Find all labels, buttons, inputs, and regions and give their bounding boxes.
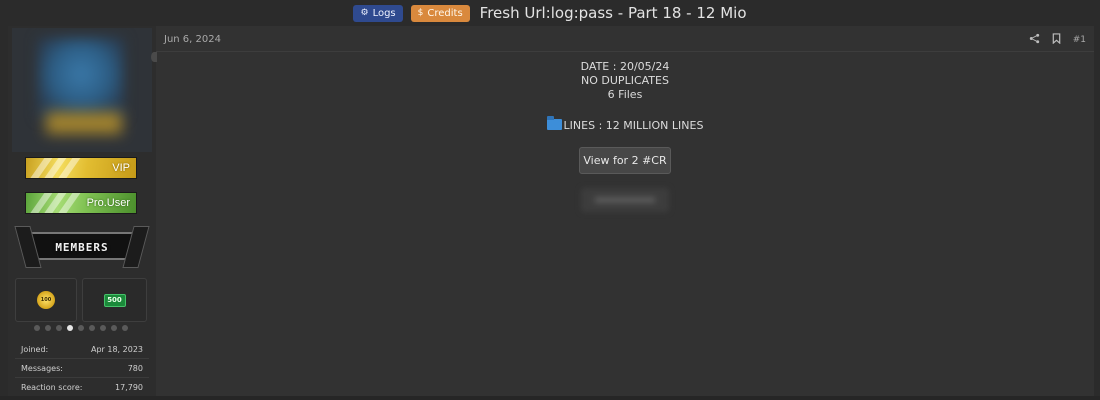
green-award-text: 500	[107, 296, 122, 304]
dollar-icon: $	[417, 7, 424, 18]
message-body: DATE : 20/05/24 NO DUPLICATES 6 Files LI…	[156, 60, 1094, 133]
carousel-dot[interactable]	[34, 325, 40, 331]
user-stats: Joined: Apr 18, 2023 Messages: 780 React…	[15, 340, 149, 397]
stat-label: Joined:	[21, 344, 49, 354]
carousel-dot[interactable]	[56, 325, 62, 331]
pro-user-banner: Pro.User	[25, 192, 137, 214]
stat-joined: Joined: Apr 18, 2023	[15, 340, 149, 359]
members-banner-label: MEMBERS	[55, 240, 109, 254]
gold-award-text: 100	[40, 297, 52, 303]
share-icon[interactable]	[1029, 33, 1040, 47]
post-line-duplicates: NO DUPLICATES	[581, 74, 669, 87]
stat-value: Apr 18, 2023	[90, 344, 143, 354]
footer-strip	[0, 396, 1100, 400]
post-lines-text: LINES : 12 MILLION LINES	[563, 119, 704, 132]
bookmark-icon[interactable]	[1052, 33, 1061, 47]
stat-label: Reaction score:	[21, 382, 83, 392]
post-date[interactable]: Jun 6, 2024	[164, 34, 221, 45]
settings-icon: ⚙	[360, 7, 369, 18]
stat-messages: Messages: 780	[15, 359, 149, 378]
post-actions: #1	[1029, 33, 1086, 47]
stat-value: 17,790	[115, 382, 143, 392]
green-500-icon: 500	[103, 293, 126, 307]
post-line-date: DATE : 20/05/24	[580, 60, 670, 73]
post-number[interactable]: #1	[1073, 35, 1086, 45]
carousel-dot[interactable]	[100, 325, 106, 331]
pro-user-banner-label: Pro.User	[86, 197, 130, 209]
carousel-dot[interactable]	[111, 325, 117, 331]
members-banner: MEMBERS	[20, 226, 144, 268]
carousel-dot[interactable]	[122, 325, 128, 331]
carousel-dot[interactable]	[89, 325, 95, 331]
view-unlock-button[interactable]: View for 2 #CR	[579, 147, 671, 174]
trophy-slot[interactable]: 500	[82, 278, 147, 322]
prefix-logs-label: Logs	[372, 7, 396, 19]
vip-banner: VIP	[25, 157, 137, 179]
trophy-carousel-dots	[34, 325, 128, 331]
stat-label: Messages:	[21, 363, 63, 373]
carousel-dot[interactable]	[78, 325, 84, 331]
folder-icon	[546, 116, 562, 130]
carousel-dot[interactable]	[67, 325, 73, 331]
trophy-slot[interactable]: 100	[15, 278, 77, 322]
post-line-files: 6 Files	[607, 88, 643, 101]
message-header: Jun 6, 2024 #1	[156, 26, 1094, 52]
stat-value[interactable]: 780	[128, 364, 143, 373]
thread-title: Fresh Url:log:pass - Part 18 - 12 Mio	[479, 4, 747, 22]
avatar[interactable]	[12, 28, 152, 152]
user-sidebar: VIP Pro.User MEMBERS 100 500 Joined: Apr…	[8, 26, 157, 397]
post-line-lines: LINES : 12 MILLION LINES	[156, 116, 1094, 133]
post: VIP Pro.User MEMBERS 100 500 Joined: Apr…	[8, 26, 1094, 397]
prefix-credits[interactable]: $ Credits	[410, 4, 470, 22]
stat-reaction-score: Reaction score: 17,790	[15, 378, 149, 397]
thread-header: ⚙ Logs $ Credits Fresh Url:log:pass - Pa…	[0, 0, 1100, 26]
message-column: Jun 6, 2024 #1 DATE : 20/05/24 NO DUPLIC…	[156, 26, 1094, 396]
blurred-content	[581, 188, 669, 212]
gold-award-icon: 100	[37, 291, 55, 309]
carousel-dot[interactable]	[45, 325, 51, 331]
vip-banner-label: VIP	[112, 162, 130, 174]
prefix-credits-label: Credits	[427, 7, 463, 19]
prefix-logs[interactable]: ⚙ Logs	[353, 4, 403, 22]
